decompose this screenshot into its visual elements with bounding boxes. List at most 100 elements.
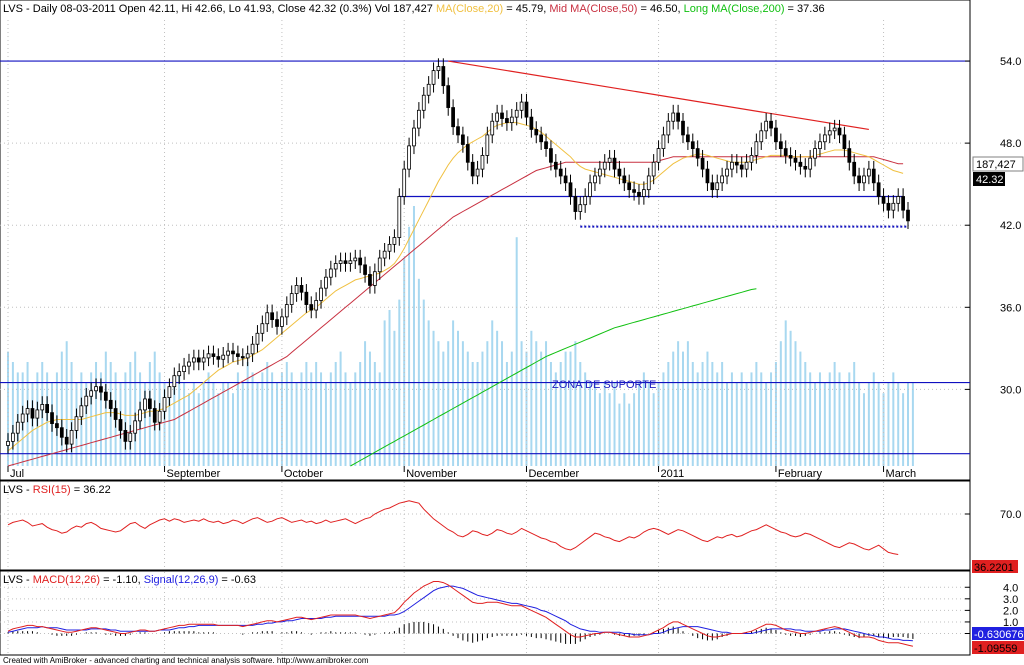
rsi-pane-frame [0, 480, 971, 571]
candle-body [803, 165, 808, 170]
candle-body [187, 361, 191, 367]
x-tick-label: November [406, 468, 457, 480]
volume-bar [721, 362, 724, 466]
candle-body [793, 157, 798, 163]
candle-body [167, 386, 172, 398]
volume-bar [266, 362, 269, 466]
candle-body [236, 353, 240, 357]
candle-body [627, 182, 632, 191]
candle-body [461, 134, 465, 145]
volume-bar [706, 351, 709, 466]
candle-body [852, 161, 857, 177]
volume-bar [232, 393, 234, 466]
candle-body [573, 196, 578, 212]
volume-bar [290, 372, 293, 466]
volume-bar [667, 362, 670, 466]
candle-body [612, 157, 617, 170]
volume-bar [207, 372, 210, 466]
volume-bar [818, 372, 821, 466]
candle-body [705, 168, 710, 184]
candle-body [583, 196, 588, 206]
volume-bar [540, 351, 543, 466]
price-pane: 54.0 48.0 42.0 36.0 30.0 Jul September October… [0, 0, 1024, 481]
volume-bar [476, 362, 479, 466]
candle-body [500, 112, 504, 119]
x-tick-label: December [528, 468, 579, 480]
candle-body [725, 168, 729, 177]
price-ytick-label: 54.0 [1000, 56, 1021, 68]
candle-body [553, 161, 558, 170]
candle-body [260, 323, 265, 334]
candle-body [412, 127, 416, 147]
candle-body [250, 343, 255, 355]
candle-body [123, 430, 128, 442]
volume-bar [315, 362, 318, 466]
support-zone-annotation: ZONA DE SUPORTE [552, 379, 656, 391]
volume-bar [784, 320, 787, 466]
volume-bar [902, 393, 905, 466]
candle-body [40, 404, 45, 411]
candle-body [622, 175, 627, 184]
candle-body [798, 161, 803, 167]
rsi-pane-header: LVS - RSI(15) = 36.22 [3, 484, 111, 496]
volume-bar [804, 362, 807, 466]
candle-body [221, 354, 226, 360]
candle-body [368, 274, 372, 286]
candle-body [783, 148, 788, 156]
candle-body [45, 404, 49, 414]
volume-bar [388, 310, 391, 466]
candle-body [79, 405, 84, 418]
volume-bar [848, 372, 851, 466]
volume-bar [633, 393, 636, 466]
candle-body [588, 182, 592, 197]
candle-body [387, 243, 392, 252]
candle-body [328, 268, 333, 278]
volume-bar [471, 362, 474, 466]
candle-body [524, 101, 529, 118]
volume-label: 187,427 [976, 159, 1016, 171]
candle-body [35, 409, 40, 419]
price-ytick-label: 36.0 [1000, 302, 1021, 314]
volume-bar [466, 351, 469, 466]
candle-body [74, 416, 79, 431]
volume-bar [378, 372, 381, 466]
candle-body [255, 332, 260, 345]
candle-body [891, 202, 896, 211]
macd-ytick-label: 4.0 [1003, 582, 1018, 594]
volume-bar [305, 362, 308, 466]
volume-bar [481, 351, 484, 466]
candle-body [182, 365, 186, 373]
candle-body [490, 120, 495, 136]
price-pane-header: LVS - Daily 08-03-2011 Open 42.11, Hi 42… [3, 3, 825, 15]
candle-body [700, 157, 705, 170]
candle-body [192, 357, 196, 363]
candle-body [495, 112, 499, 122]
candle-body [637, 191, 641, 197]
volume-bar [104, 351, 107, 466]
volume-bar [701, 362, 704, 466]
candle-body [382, 250, 387, 259]
candle-body [172, 375, 177, 388]
candle-body [544, 141, 548, 150]
volume-bar [452, 320, 455, 466]
volume-bar [383, 320, 386, 466]
candle-body [59, 427, 64, 438]
candle-body [593, 175, 597, 184]
candle-body [862, 175, 866, 184]
candle-body [226, 350, 230, 356]
candle-body [509, 116, 514, 124]
candle-body [25, 408, 30, 415]
candle-body [818, 141, 822, 150]
candle-body [465, 144, 470, 163]
candle-body [808, 157, 813, 170]
amibroker-chart: 54.0 48.0 42.0 36.0 30.0 Jul September October… [0, 0, 1024, 665]
candle-body [686, 134, 690, 143]
volume-bar [403, 258, 406, 466]
candle-body [549, 148, 553, 163]
candle-body [514, 109, 519, 118]
volume-bar [515, 237, 518, 466]
candle-body [886, 202, 891, 211]
volume-bar [496, 330, 499, 466]
candle-body [314, 300, 319, 311]
volume-bar [608, 393, 611, 466]
